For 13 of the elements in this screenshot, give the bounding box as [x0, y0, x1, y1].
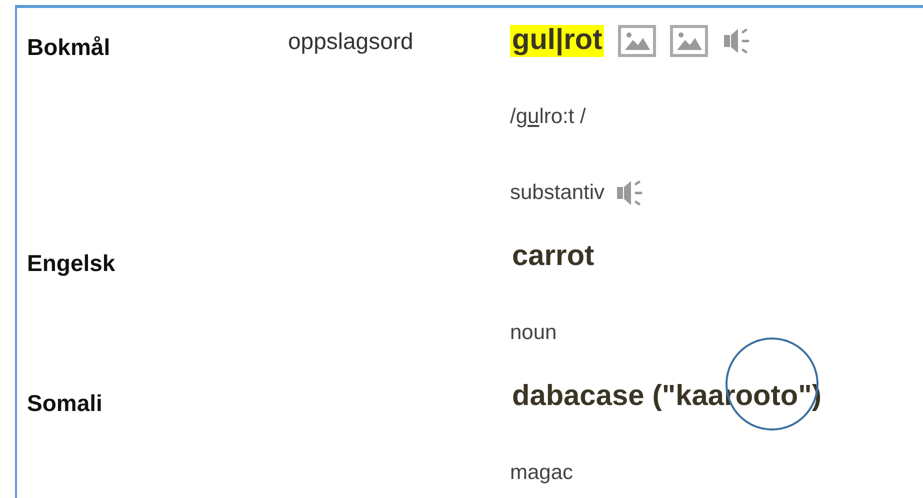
image-icon[interactable] — [670, 25, 708, 57]
pronunciation: /gulro:t / — [510, 104, 586, 130]
word-class: noun — [510, 320, 557, 346]
language-label: Bokmål — [26, 32, 112, 62]
language-label: Somali — [26, 388, 104, 418]
word-class: substantiv — [510, 180, 605, 206]
word-class: magac — [510, 460, 574, 486]
headword: carrot — [511, 241, 596, 273]
image-icon[interactable] — [618, 25, 656, 57]
field-label: oppslagsord — [288, 26, 414, 56]
speaker-icon[interactable] — [614, 178, 645, 208]
headword: gul|rot — [510, 25, 604, 57]
language-label: Engelsk — [26, 248, 116, 278]
